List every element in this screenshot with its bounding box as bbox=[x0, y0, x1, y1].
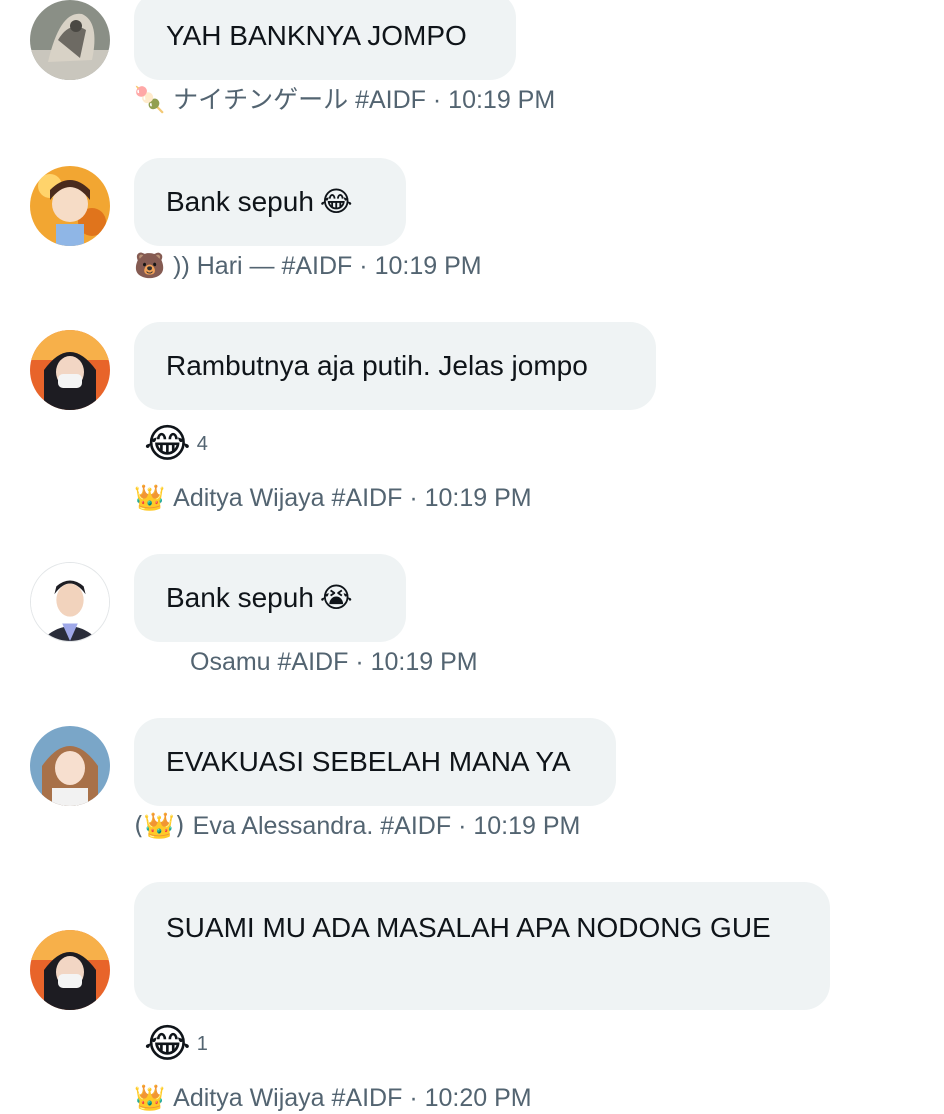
message-bubble: YAH BANKNYA JOMPO bbox=[134, 0, 516, 80]
message-meta: 🍡 ナイチンゲール #AIDF · 10:19 PM bbox=[134, 84, 555, 116]
message-bubble: Bank sepuh 😂 bbox=[134, 158, 406, 246]
avatar[interactable] bbox=[30, 0, 110, 80]
reaction-count: 1 bbox=[196, 1032, 208, 1055]
crown-icon: 👑 bbox=[134, 1083, 166, 1112]
message-item: Rambutnya aja putih. Jelas jompo 😂 4 👑 Ad… bbox=[0, 322, 944, 532]
message-time: 10:19 PM bbox=[473, 812, 581, 840]
meta-separator: · bbox=[409, 1084, 418, 1112]
message-time: 10:20 PM bbox=[424, 1084, 532, 1112]
author-name[interactable]: Aditya Wijaya #AIDF bbox=[173, 484, 402, 512]
message-time: 10:19 PM bbox=[448, 86, 556, 114]
avatar-image bbox=[30, 930, 110, 1010]
message-meta: 👑 Aditya Wijaya #AIDF · 10:20 PM bbox=[134, 1082, 532, 1114]
avatar-image bbox=[30, 0, 110, 80]
message-bubble: Bank sepuh 😭 bbox=[134, 554, 406, 642]
laughing-tears-emoji: 😂 bbox=[144, 1021, 191, 1067]
reaction-chip[interactable]: 😂 4 bbox=[144, 418, 208, 470]
avatar-image bbox=[30, 330, 110, 410]
message-time: 10:19 PM bbox=[370, 648, 478, 676]
message-item: Bank sepuh 😂 🐻)) Hari — #AIDF · 10:19 PM bbox=[0, 158, 944, 288]
message-bubble: SUAMI MU ADA MASALAH APA NODONG GUE bbox=[134, 882, 830, 1010]
meta-separator: · bbox=[359, 252, 368, 280]
author-name[interactable]: )) Hari — #AIDF bbox=[173, 252, 352, 280]
crying-face-emoji: 😭 bbox=[319, 581, 353, 614]
crown-icon: (👑) bbox=[134, 811, 185, 840]
avatar[interactable] bbox=[30, 562, 110, 642]
message-text: EVAKUASI SEBELAH MANA YA bbox=[166, 746, 571, 777]
laughing-tears-emoji: 😂 bbox=[319, 185, 353, 218]
message-item: SUAMI MU ADA MASALAH APA NODONG GUE 😂 1 … bbox=[0, 882, 944, 1112]
author-name[interactable]: ナイチンゲール #AIDF bbox=[173, 86, 426, 114]
message-meta: 🐻)) Hari — #AIDF · 10:19 PM bbox=[134, 250, 482, 282]
message-bubble: Rambutnya aja putih. Jelas jompo bbox=[134, 322, 656, 410]
reaction-count: 4 bbox=[196, 432, 208, 455]
message-text: Bank sepuh bbox=[166, 186, 314, 217]
message-item: EVAKUASI SEBELAH MANA YA (👑) Eva Alessand… bbox=[0, 718, 944, 858]
avatar[interactable] bbox=[30, 330, 110, 410]
message-meta: (👑) Eva Alessandra. #AIDF · 10:19 PM bbox=[134, 810, 580, 842]
reaction-chip[interactable]: 😂 1 bbox=[144, 1018, 208, 1070]
message-meta: Osamu #AIDF · 10:19 PM bbox=[190, 646, 478, 678]
avatar[interactable] bbox=[30, 930, 110, 1010]
avatar[interactable] bbox=[30, 726, 110, 806]
crown-icon: 👑 bbox=[134, 483, 166, 512]
avatar-image bbox=[31, 563, 109, 641]
message-text: Rambutnya aja putih. Jelas jompo bbox=[166, 350, 588, 381]
message-time: 10:19 PM bbox=[424, 484, 532, 512]
message-meta: 👑 Aditya Wijaya #AIDF · 10:19 PM bbox=[134, 482, 532, 514]
meta-separator: · bbox=[432, 86, 442, 114]
message-text: SUAMI MU ADA MASALAH APA NODONG GUE bbox=[166, 912, 771, 943]
avatar[interactable] bbox=[30, 166, 110, 246]
message-item: Bank sepuh 😭 Osamu #AIDF · 10:19 PM bbox=[0, 554, 944, 694]
avatar-image bbox=[30, 726, 110, 806]
author-name[interactable]: Eva Alessandra. #AIDF bbox=[193, 812, 451, 840]
message-time: 10:19 PM bbox=[374, 252, 482, 280]
avatar-image bbox=[30, 166, 110, 246]
message-item: YAH BANKNYA JOMPO 🍡 ナイチンゲール #AIDF · 10:19… bbox=[0, 0, 944, 130]
message-bubble: EVAKUASI SEBELAH MANA YA bbox=[134, 718, 616, 806]
message-text: YAH BANKNYA JOMPO bbox=[166, 20, 467, 51]
meta-separator: · bbox=[409, 484, 418, 512]
author-name[interactable]: Aditya Wijaya #AIDF bbox=[173, 1084, 402, 1112]
author-name[interactable]: Osamu #AIDF bbox=[190, 648, 348, 676]
badge-icon: 🍡 bbox=[134, 85, 166, 114]
message-text: Bank sepuh bbox=[166, 582, 314, 613]
bear-icon: 🐻 bbox=[134, 251, 166, 280]
laughing-tears-emoji: 😂 bbox=[144, 421, 191, 467]
meta-separator: · bbox=[458, 812, 467, 840]
meta-separator: · bbox=[355, 648, 364, 676]
